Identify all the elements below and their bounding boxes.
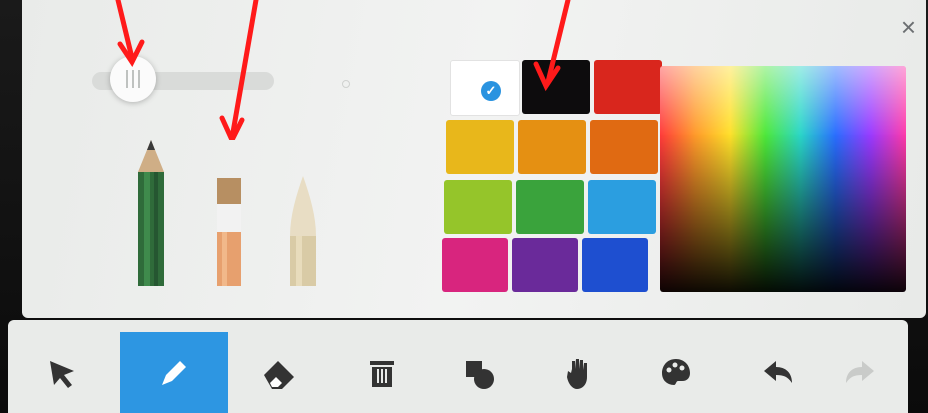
palette-tool-button[interactable]	[636, 332, 716, 413]
eraser-icon	[264, 360, 294, 389]
swatch-blue[interactable]	[582, 238, 648, 292]
pen-icon	[162, 360, 186, 385]
swatch-purple[interactable]	[512, 238, 578, 292]
select-icon	[50, 360, 74, 388]
calligraphy-brush-icon[interactable]	[286, 176, 320, 288]
redo-icon	[846, 360, 874, 383]
delete-button[interactable]	[342, 332, 422, 413]
trash-icon	[370, 360, 394, 387]
swatch-green[interactable]	[516, 180, 584, 234]
swatch-sky-blue[interactable]	[588, 180, 656, 234]
pen-tool-button[interactable]	[120, 332, 228, 413]
arrow-to-brush	[219, 0, 259, 140]
swatch-lime[interactable]	[444, 180, 512, 234]
arrow-to-black-swatch	[533, 0, 571, 92]
shapes-tool-button[interactable]	[440, 332, 520, 413]
select-tool-button[interactable]	[22, 332, 102, 413]
palette-icon	[662, 358, 690, 385]
swatch-magenta[interactable]	[442, 238, 508, 292]
shapes-icon	[466, 360, 494, 389]
pan-tool-button[interactable]	[540, 332, 620, 413]
arrow-to-slider	[115, 0, 145, 67]
undo-icon	[764, 360, 792, 383]
eraser-tool-button[interactable]	[240, 332, 320, 413]
redo-button[interactable]	[820, 332, 900, 413]
undo-button[interactable]	[738, 332, 818, 413]
brush-icon[interactable]	[214, 178, 244, 288]
hand-icon	[567, 358, 587, 389]
annotation-arrows	[115, 0, 571, 140]
pencil-icon[interactable]	[130, 140, 172, 288]
